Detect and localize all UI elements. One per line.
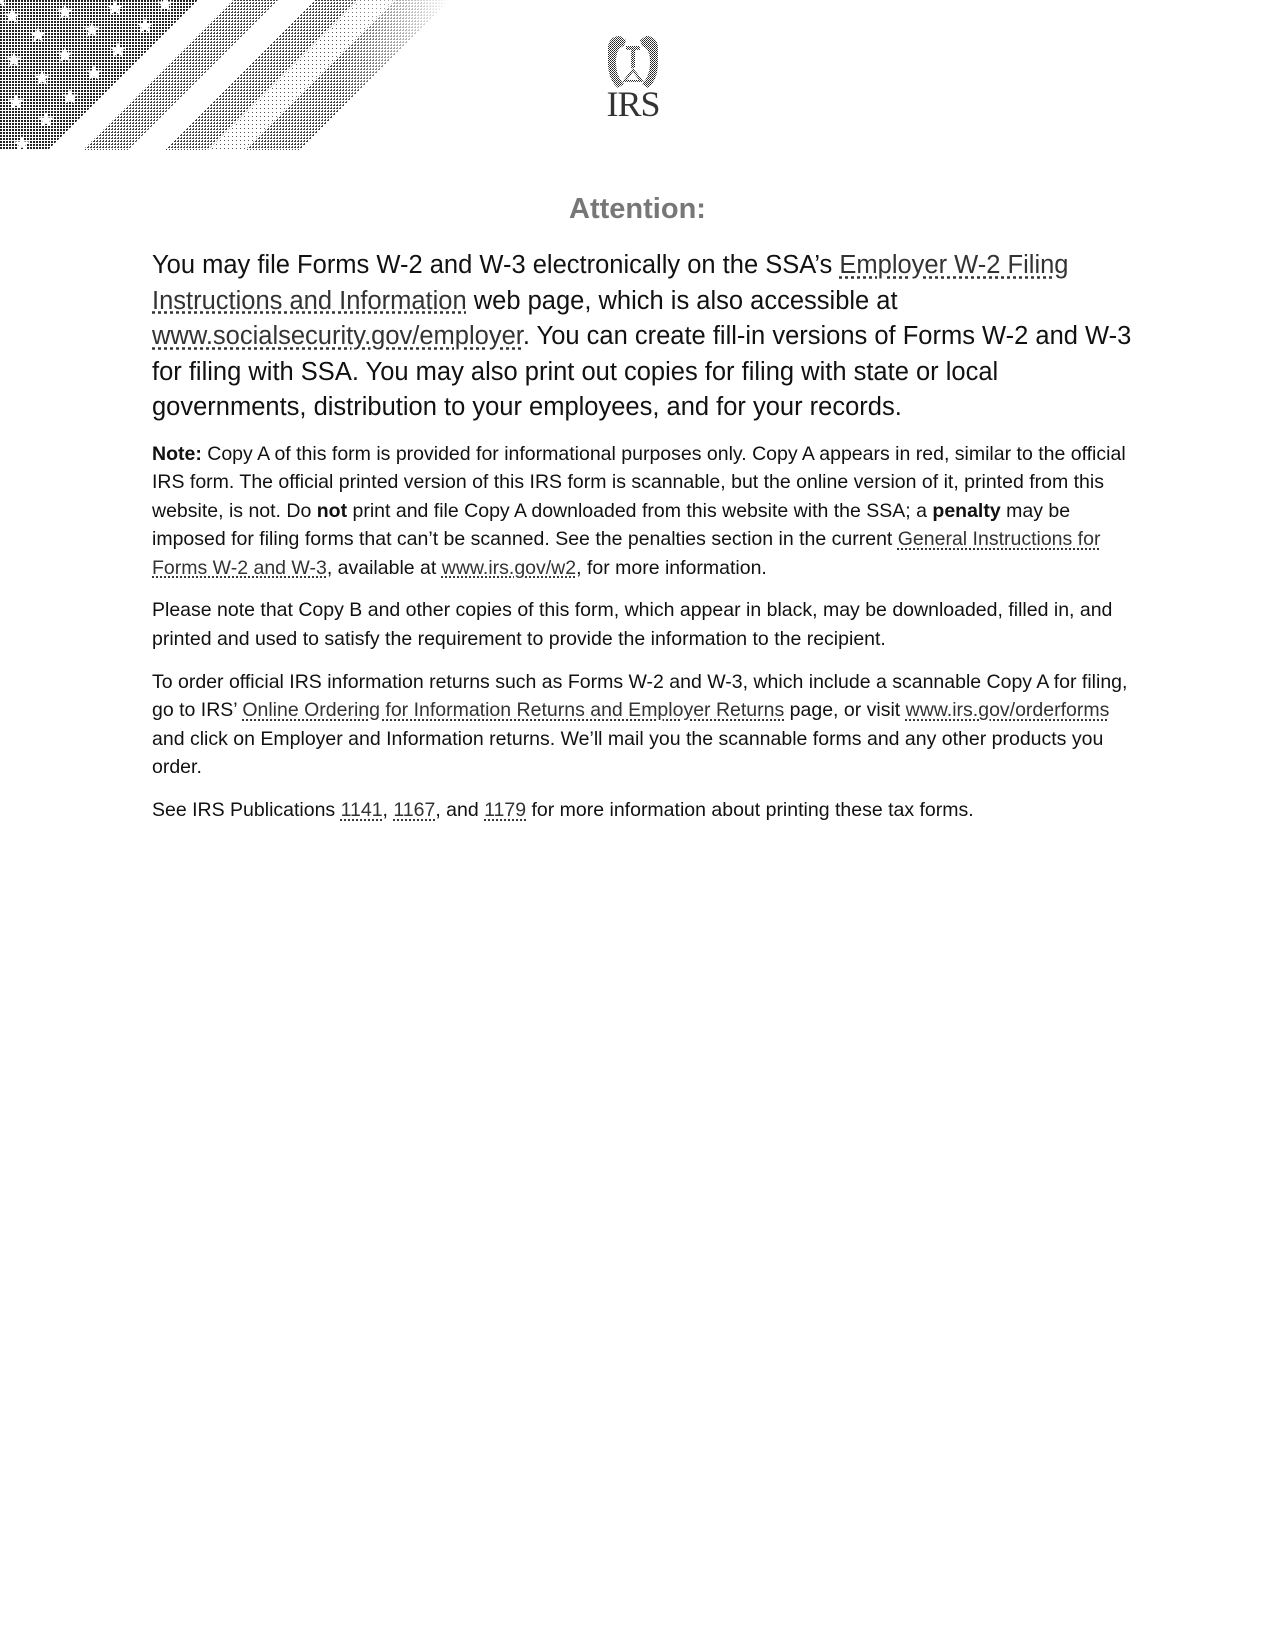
american-flag-banner: [0, 0, 450, 150]
note-text: , available at: [326, 556, 442, 579]
irs-orderforms-link[interactable]: www.irs.gov/orderforms: [906, 699, 1110, 721]
order-text: page, or visit: [784, 699, 906, 722]
irs-logo: IRS: [600, 28, 666, 124]
publication-1141-link[interactable]: 1141: [341, 799, 383, 821]
notice-content: You may file Forms W-2 and W-3 electroni…: [152, 248, 1132, 839]
note-paragraph: Note: Copy A of this form is provided fo…: [152, 440, 1132, 583]
publications-text: for more information about printing thes…: [526, 799, 974, 822]
attention-heading: Attention:: [569, 193, 706, 225]
online-ordering-link[interactable]: Online Ordering for Information Returns …: [242, 699, 784, 721]
irs-w2-link[interactable]: www.irs.gov/w2: [442, 557, 576, 579]
irs-eagle-icon: [608, 36, 658, 88]
copy-b-paragraph: Please note that Copy B and other copies…: [152, 599, 1113, 651]
order-text: and click on Employer and Information re…: [152, 727, 1104, 779]
publications-text: ,: [382, 799, 394, 822]
note-label: Note:: [152, 442, 202, 465]
note-emphasis-not: not: [316, 499, 348, 522]
note-text: print and file Copy A downloaded from th…: [347, 499, 933, 522]
publications-text: See IRS Publications: [152, 799, 341, 822]
irs-logo-text: IRS: [606, 84, 660, 124]
publication-1167-link[interactable]: 1167: [393, 799, 435, 821]
lead-text: You may file Forms W-2 and W-3 electroni…: [152, 251, 840, 279]
socialsecurity-employer-link[interactable]: www.socialsecurity.gov/employer: [152, 322, 523, 350]
publications-paragraph: See IRS Publications 1141, 1167, and 117…: [152, 796, 1132, 825]
lead-text: web page, which is also accessible at: [466, 286, 898, 315]
order-forms-paragraph: To order official IRS information return…: [152, 668, 1132, 782]
note-text: , for more information.: [576, 556, 767, 579]
lead-paragraph: You may file Forms W-2 and W-3 electroni…: [152, 248, 1132, 426]
publications-text: , and: [435, 799, 485, 822]
publication-1179-link[interactable]: 1179: [484, 799, 526, 821]
note-emphasis-penalty: penalty: [932, 499, 1001, 522]
